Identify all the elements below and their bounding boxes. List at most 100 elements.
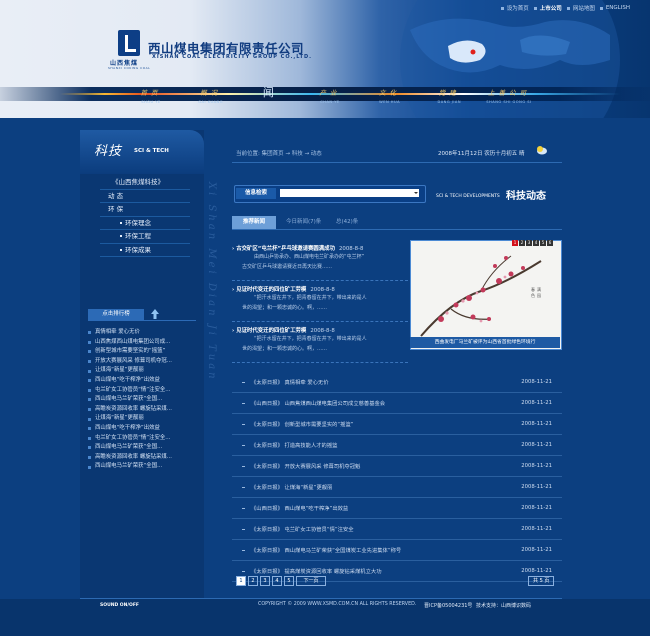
ranking-item[interactable]: 真情相牵 爱心无价 [88,328,198,338]
nav-item-home[interactable]: 首页 SHOU YE [130,88,172,118]
photo-page-button[interactable]: 1 [512,240,518,246]
ranking-item[interactable]: 创新型城市需要坚实的“摇篮” [88,347,198,357]
tab-recommended[interactable]: 推荐新闻 [232,216,276,229]
sidebar-item-environment[interactable]: 环 保 [100,203,190,217]
top-utility-bar: 设为首页 上市公司 网站地图 ENGLISH [370,0,650,16]
page-button[interactable]: 2 [248,576,258,586]
ranking-item[interactable]: 西山煤电马兰矿荣获“全国... [88,462,198,472]
nav-item-overview[interactable]: 概况 GAI KUANG [190,88,232,118]
sidebar-item-dynamics[interactable]: 动 态 [100,190,190,203]
search-label: 信息检索 [236,188,276,199]
ranking-item[interactable]: 西山煤电马兰矿荣获“全国... [88,395,198,405]
nav-item-industry[interactable]: 产业 CHAN YE [309,88,351,118]
list-item[interactable]: 《太原日报》 让煤海“新星”更靓丽 2008-11-21 [232,477,562,498]
list-item[interactable]: 《太原日报》 屯兰矿女工协管员“情”注安全 2008-11-21 [232,519,562,540]
ranking-item[interactable]: 开放大赛展风采 修葺司机夺冠... [88,357,198,367]
click-ranking-tab[interactable]: 点击排行榜 [88,309,144,320]
featured-news: › 古交矿区“屯兰杯”乒乓球邀请赛圆满成功 2008-8-8 由西山乒协承办、西山煤… [232,242,408,365]
featured-summary: 世的渴望；和一颗忠诚的心。啊，…… [242,346,328,352]
pagination: 1 2 3 4 5 下一页 [236,576,328,586]
list-item[interactable]: 《太原日报》 西山煤电马兰矿荣获“全国煤炭工业先进集体”称号 2008-11-21 [232,540,562,561]
next-page-button[interactable]: 下一页 [296,576,326,586]
date-weather-text: 2008年11月12日 农历十月初五 晴 [438,151,525,157]
square-bullet-icon [533,6,537,10]
page-button[interactable]: 1 [236,576,246,586]
featured-summary: 世的渴望；和一颗忠诚的心。啊，…… [242,305,328,311]
set-homepage-link[interactable]: 设为首页 [500,4,529,12]
sidebar-item-env-project[interactable]: 环保工程 [100,230,190,244]
square-bullet-icon [88,331,91,335]
featured-item[interactable]: › 古交矿区“屯兰杯”乒乓球邀请赛圆满成功 2008-8-8 由西山乒协承办、西山煤… [232,242,408,281]
ranking-item[interactable]: 屯兰矿女工协管员“情”注安全... [88,434,198,444]
square-bullet-icon [88,417,91,421]
list-item[interactable]: 《太原日报》 真情相牵 爱心无价 2008-11-21 [232,372,562,393]
square-bullet-icon [88,369,91,373]
list-item[interactable]: 《太原日报》 打造高技能人才的摇篮 2008-11-21 [232,435,562,456]
ranking-item[interactable]: 西山煤电“吃干榨净”出效益 [88,424,198,434]
ranking-item[interactable]: 高瞻炭资源回收率 螺旋钻采煤... [88,405,198,415]
ranking-item[interactable]: 高瞻炭资源回收率 螺旋钻采煤... [88,453,198,463]
section-title-cn: 科技动态 [506,191,546,202]
icp-link[interactable]: 晋ICP备05004231号 [424,602,472,609]
svg-text:园: 园 [537,292,541,298]
breadcrumb[interactable]: 当前位置: 集团首页 → 科技 → 动态 [236,149,322,157]
square-bullet-icon [88,427,91,431]
listed-company-link[interactable]: 上市公司 [533,4,562,12]
chevron-down-icon[interactable] [412,189,419,197]
featured-summary: “把汗水留在井下，把青春留在井下，带出来的是人 [254,295,367,301]
featured-item[interactable]: › 见证时代变迁的四位矿工劳模 2008-8-8 “把汗水留在井下，把青春留在井下，… [232,283,408,322]
dash-bullet-icon [242,486,245,488]
list-item[interactable]: 《太原日报》 创新型城市需要坚实的“摇篮” 2008-11-21 [232,414,562,435]
ranking-divider [88,320,196,321]
page-button[interactable]: 3 [260,576,270,586]
photo-caption[interactable]: 西曲发电厂马兰矿被评为山西省首批绿色环境行 [410,337,560,348]
sidebar-item-env-concept[interactable]: 环保理念 [100,217,190,230]
square-bullet-icon [566,6,570,10]
photo-page-button[interactable]: 5 [540,240,546,246]
main-nav: 首页 SHOU YE 概况 GAI KUANG 闻 产业 CHAN YE 文化 WEN … [130,87,532,118]
dot-bullet-icon [120,248,122,251]
tab-today[interactable]: 今日新闻(7)条 [286,216,321,229]
dash-bullet-icon [242,528,245,530]
square-bullet-icon [599,6,603,10]
company-logo-icon[interactable] [118,30,140,56]
ranking-item[interactable]: 屯兰矿女工协管员“情”注安全... [88,386,198,396]
search-select[interactable] [280,189,412,197]
breadcrumb-divider [232,162,562,163]
photo-page-button[interactable]: 6 [547,240,553,246]
sidebar-item-env-result[interactable]: 环保成果 [100,244,190,257]
english-link[interactable]: ENGLISH [599,5,630,11]
sidebar-item-journal[interactable]: 《山西焦煤科技》 [100,176,190,190]
ranking-item[interactable]: 让煤海“新星”更靓丽 [88,414,198,424]
nav-item-culture[interactable]: 文化 WEN HUA [369,88,411,118]
nav-item-party[interactable]: 党建 DANG JIAN [428,88,470,118]
arrow-up-icon[interactable] [150,308,160,320]
ranking-item[interactable]: 西山煤电马兰矿荣获“全国... [88,443,198,453]
sidebar-menu: 《山西焦煤科技》 动 态 环 保 环保理念 环保工程 环保成果 [100,176,190,257]
featured-item[interactable]: › 见证时代变迁的四位矿工劳模 2008-8-8 “把汗水留在井下，把青春留在井下，… [232,324,408,363]
tab-total[interactable]: 总(42)条 [336,216,358,229]
dash-bullet-icon [242,549,245,551]
photo-page-button[interactable]: 3 [526,240,532,246]
photo-page-button[interactable]: 2 [519,240,525,246]
ranking-item[interactable]: 西山煤电“吃干榨净”出效益 [88,376,198,386]
featured-photo[interactable]: 春色满园 [410,240,562,350]
nav-item-listed[interactable]: 上善公司 SHANG SHI GONG SI [486,88,531,118]
page-button[interactable]: 4 [272,576,282,586]
sitemap-link[interactable]: 网站地图 [566,4,595,12]
photo-page-button[interactable]: 4 [533,240,539,246]
ranking-item[interactable]: 山西焦煤西山煤电集团公司成... [88,338,198,348]
square-bullet-icon [88,379,91,383]
list-item[interactable]: 《太原日报》 开放大赛展风采 修葺司机夺冠魁 2008-11-21 [232,456,562,477]
page-button[interactable]: 5 [284,576,294,586]
list-item[interactable]: 《山西日报》 西山煤电“吃干榨净”出效益 2008-11-21 [232,498,562,519]
sidebar-watermark: Xi Shan Mei Dian Ji Tuan [206,182,217,382]
sound-toggle[interactable]: SOUND ON/OFF [100,603,139,608]
square-bullet-icon [88,398,91,402]
dash-bullet-icon [242,507,245,509]
square-bullet-icon [88,456,91,460]
list-item[interactable]: 《山西日报》 山西焦煤西山煤电集团公司成立慈善基金会 2008-11-21 [232,393,562,414]
nav-item-news[interactable]: 闻 [249,87,291,118]
ranking-item[interactable]: 让煤海“新星”更靓丽 [88,366,198,376]
square-bullet-icon [88,436,91,440]
